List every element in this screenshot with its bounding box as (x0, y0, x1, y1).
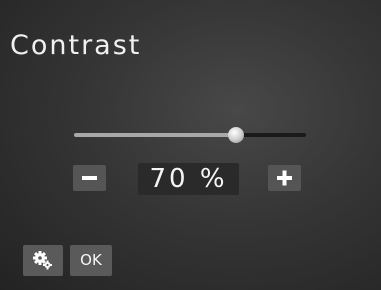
contrast-value: 70 % (138, 163, 239, 195)
screen-title: Contrast (10, 30, 142, 61)
gears-icon (33, 251, 52, 270)
settings-button[interactable] (23, 245, 63, 276)
contrast-slider[interactable] (74, 126, 306, 144)
ok-button[interactable]: OK (70, 245, 112, 276)
increase-button[interactable] (268, 165, 301, 191)
decrease-button[interactable] (73, 165, 106, 191)
plus-icon (277, 170, 292, 186)
slider-fill (74, 133, 237, 137)
minus-icon (82, 176, 97, 180)
contrast-screen: Contrast 70 % OK (0, 0, 381, 290)
slider-thumb[interactable] (228, 127, 245, 143)
